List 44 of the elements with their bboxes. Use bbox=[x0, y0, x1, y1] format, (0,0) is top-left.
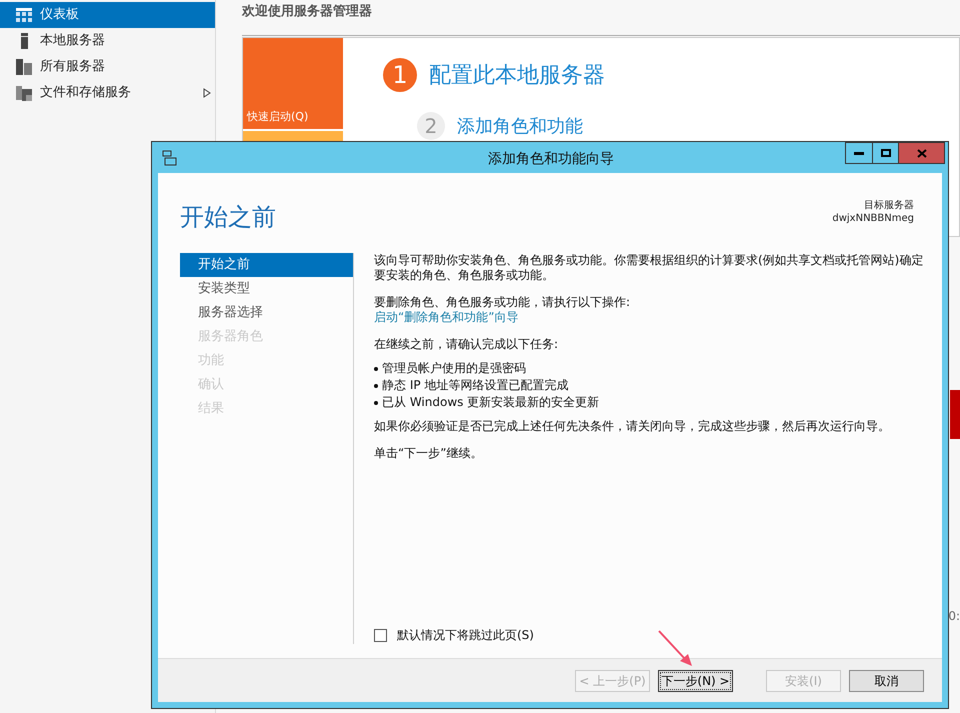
target-server-name: dwjxNNBBNmeg bbox=[832, 212, 914, 225]
step-link[interactable]: 添加角色和功能 bbox=[457, 112, 583, 140]
quick-start-tile[interactable]: 快速启动(Q) bbox=[243, 38, 343, 129]
close-button[interactable] bbox=[899, 142, 945, 164]
info-paragraph: 单击“下一步”继续。 bbox=[374, 446, 482, 461]
task-item: 管理员帐户使用的是强密码 bbox=[382, 360, 526, 377]
edge-text: 0: bbox=[948, 608, 960, 625]
wizard-step[interactable]: 服务器选择 bbox=[180, 301, 353, 325]
folders-icon bbox=[16, 85, 32, 101]
skip-checkbox[interactable] bbox=[374, 628, 387, 642]
pointer-arrow bbox=[656, 628, 694, 668]
info-paragraph: 该向导可帮助你安装角色、角色服务或功能。你需要根据组织的计算要求(例如共享文档或托管网站)确定要安装的角色、角色服务或功能。 bbox=[374, 253, 924, 283]
wizard-button[interactable]: 下一步(N) > bbox=[658, 670, 733, 692]
server-manager-icon bbox=[162, 150, 178, 166]
close-icon bbox=[916, 148, 926, 158]
wizard-button[interactable]: 取消 bbox=[849, 670, 924, 692]
sidebar-item[interactable]: 文件和存储服务 bbox=[0, 80, 215, 106]
expand-arrow-icon[interactable] bbox=[203, 88, 211, 98]
grid-icon bbox=[16, 8, 32, 22]
wizard-step[interactable]: 安装类型 bbox=[180, 277, 353, 301]
step-number: 1 bbox=[383, 58, 417, 92]
checkbox-label: 默认情况下将跳过此页(S) bbox=[397, 627, 534, 644]
wizard-step[interactable]: 开始之前 bbox=[180, 253, 353, 277]
task-item: 已从 Windows 更新安装最新的安全更新 bbox=[382, 394, 600, 411]
target-server-label: 目标服务器 bbox=[864, 199, 914, 212]
remove-roles-link[interactable]: 启动“删除角色和功能”向导 bbox=[374, 310, 518, 325]
minimize-button[interactable] bbox=[845, 142, 873, 164]
step-link[interactable]: 配置此本地服务器 bbox=[429, 58, 605, 92]
info-paragraph: 在继续之前，请确认完成以下任务: bbox=[374, 337, 558, 352]
sidebar-item[interactable]: 仪表板 bbox=[0, 2, 215, 28]
step-number: 2 bbox=[417, 112, 445, 140]
bullet-icon bbox=[374, 367, 378, 371]
page-title: 欢迎使用服务器管理器 bbox=[242, 0, 960, 36]
page-heading: 开始之前 bbox=[180, 202, 276, 233]
servers-icon bbox=[16, 59, 32, 75]
info-paragraph: 如果你必须验证是否已完成上述任何先决条件，请关闭向导，完成这些步骤，然后再次运行向导。 bbox=[374, 419, 890, 434]
sidebar-item[interactable]: 所有服务器 bbox=[0, 54, 215, 80]
bullet-icon bbox=[374, 401, 378, 405]
status-tile bbox=[950, 390, 960, 439]
info-paragraph: 要删除角色、角色服务或功能，请执行以下操作: bbox=[374, 295, 630, 310]
task-item: 静态 IP 地址等网络设置已配置完成 bbox=[382, 377, 568, 394]
bullet-icon bbox=[374, 384, 378, 388]
dialog-title: 添加角色和功能向导 bbox=[488, 150, 614, 169]
sidebar-item[interactable]: 本地服务器 bbox=[0, 28, 215, 54]
